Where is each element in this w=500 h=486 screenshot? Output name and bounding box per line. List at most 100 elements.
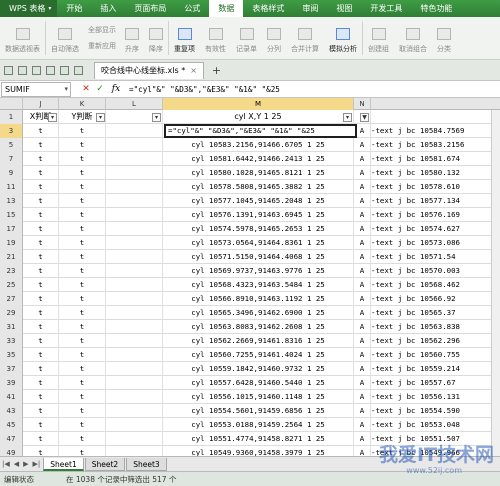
cell-o[interactable]: -text j bc 10562.296 (371, 334, 500, 348)
cell-l[interactable] (106, 446, 163, 456)
what-if-analysis-button[interactable]: 模拟分析 (324, 17, 362, 59)
cell-o[interactable]: -text j bc 10584.7569 (371, 124, 500, 138)
cell-l[interactable] (106, 180, 163, 194)
pivot-table-button[interactable]: 数据透视表 (0, 17, 45, 59)
cell-l[interactable] (106, 348, 163, 362)
menu-view[interactable]: 视图 (327, 0, 361, 17)
cell-k[interactable]: t (59, 180, 106, 194)
next-sheet-icon[interactable]: ▶ (23, 460, 28, 468)
cell-o[interactable]: -text j bc 10576.169 (371, 208, 500, 222)
cell-j[interactable]: t (23, 250, 59, 264)
cell-k[interactable]: t (59, 222, 106, 236)
cell-o[interactable]: -text j bc 10557.67 (371, 376, 500, 390)
row-header[interactable]: 33 (0, 334, 23, 348)
cell-j[interactable]: t (23, 348, 59, 362)
cell-o[interactable]: -text j bc 10556.131 (371, 390, 500, 404)
column-header-m[interactable]: M (163, 98, 354, 110)
reapply-button[interactable]: 重新应用 (88, 41, 116, 51)
row-header[interactable]: 37 (0, 362, 23, 376)
cell-k[interactable]: t (59, 166, 106, 180)
cell-o[interactable]: -text j bc 10568.462 (371, 278, 500, 292)
filter-dropdown-l[interactable]: ▾ (152, 113, 161, 122)
active-cell-editor[interactable]: ="cyl"&" "&D3&","&E3&" "&1&" "&25 (164, 124, 357, 138)
cell-l[interactable] (106, 236, 163, 250)
sheet-tab-3[interactable]: Sheet3 (126, 457, 167, 471)
insert-function-icon[interactable]: fx (107, 84, 125, 94)
row-header[interactable]: 19 (0, 236, 23, 250)
cell-j[interactable]: t (23, 446, 59, 456)
cell-m[interactable]: cyl 10557.6428,91460.5440 1 25 (163, 376, 354, 390)
cell-m[interactable]: cyl 10578.5808,91465.3882 1 25 (163, 180, 354, 194)
cell-j[interactable]: t (23, 334, 59, 348)
cell-k[interactable]: t (59, 208, 106, 222)
cell-j[interactable]: t (23, 432, 59, 446)
cell-k[interactable]: t (59, 124, 106, 138)
column-header-o[interactable] (371, 98, 500, 110)
cell-k[interactable]: t (59, 138, 106, 152)
cell-m[interactable]: cyl 10566.8910,91463.1192 1 25 (163, 292, 354, 306)
cell-m[interactable]: cyl 10577.1045,91465.2048 1 25 (163, 194, 354, 208)
cell-j[interactable]: t (23, 138, 59, 152)
cell-m[interactable]: cyl 10559.1842,91460.9732 1 25 (163, 362, 354, 376)
cell-k[interactable]: t (59, 250, 106, 264)
menu-review[interactable]: 审阅 (293, 0, 327, 17)
print-icon[interactable] (32, 65, 41, 75)
cell-n[interactable]: A (354, 334, 371, 348)
cell-l[interactable] (106, 250, 163, 264)
cell-j[interactable]: t (23, 362, 59, 376)
cell-o[interactable]: -text j bc 10583.2156 (371, 138, 500, 152)
cell-m[interactable]: cyl 10554.5601,91459.6856 1 25 (163, 404, 354, 418)
row-header[interactable]: 27 (0, 292, 23, 306)
cell-l[interactable] (106, 334, 163, 348)
cell-j[interactable]: t (23, 222, 59, 236)
duplicates-button[interactable]: 重复项 (169, 17, 200, 59)
cell-m[interactable]: cyl 10574.5978,91465.2653 1 25 (163, 222, 354, 236)
cell-l[interactable] (106, 194, 163, 208)
cell-m[interactable]: cyl X,Y 1 25 (163, 110, 354, 124)
row-header[interactable]: 7 (0, 152, 23, 166)
cell-l[interactable] (106, 166, 163, 180)
row-header[interactable]: 21 (0, 250, 23, 264)
cell-k[interactable]: t (59, 334, 106, 348)
row-header[interactable]: 43 (0, 404, 23, 418)
prev-sheet-icon[interactable]: ◀ (14, 460, 19, 468)
row-header[interactable]: 9 (0, 166, 23, 180)
sort-asc-button[interactable]: 升序 (120, 17, 144, 59)
menu-insert[interactable]: 插入 (91, 0, 125, 17)
cell-l[interactable] (106, 390, 163, 404)
cell-m[interactable]: cyl 10568.4323,91463.5484 1 25 (163, 278, 354, 292)
sheet-tab-1[interactable]: Sheet1 (43, 457, 84, 471)
row-header[interactable]: 11 (0, 180, 23, 194)
new-tab-icon[interactable]: + (212, 64, 221, 77)
menu-data[interactable]: 数据 (209, 0, 244, 17)
cell-m[interactable]: cyl 10569.9737,91463.9776 1 25 (163, 264, 354, 278)
cell-n[interactable]: A (354, 320, 371, 334)
cell-n[interactable]: A (354, 348, 371, 362)
menu-formulas[interactable]: 公式 (175, 0, 209, 17)
cell-o[interactable]: -text j bc 10566.92 (371, 292, 500, 306)
validity-button[interactable]: 有效性 (200, 17, 231, 59)
cell-k[interactable]: t (59, 264, 106, 278)
row-header[interactable]: 1 (0, 110, 23, 124)
column-header-j[interactable]: J (23, 98, 59, 110)
filter-dropdown-k[interactable]: ▾ (96, 113, 105, 122)
cell-o[interactable]: -text j bc 10574.627 (371, 222, 500, 236)
cell-m[interactable]: cyl 10583.2156,91466.6705 1 25 (163, 138, 354, 152)
filter-dropdown-n[interactable]: ▼ (360, 113, 369, 122)
cell-k[interactable]: t (59, 376, 106, 390)
cell-n[interactable]: A (354, 264, 371, 278)
save-icon[interactable] (4, 65, 13, 75)
cell-o[interactable]: -text j bc 10553.048 (371, 418, 500, 432)
cell-m[interactable]: cyl 10551.4774,91458.8271 1 25 (163, 432, 354, 446)
cell-m[interactable]: cyl 10560.7255,91461.4024 1 25 (163, 348, 354, 362)
cell-n[interactable]: A (354, 306, 371, 320)
cell-j[interactable]: t (23, 264, 59, 278)
redo-icon[interactable] (74, 65, 83, 75)
cell-l[interactable] (106, 376, 163, 390)
cell-l[interactable] (106, 306, 163, 320)
row-header[interactable]: 41 (0, 390, 23, 404)
last-sheet-icon[interactable]: ▶| (33, 460, 41, 468)
filter-dropdown-m[interactable]: ▾ (343, 113, 352, 122)
row-header[interactable]: 49 (0, 446, 23, 456)
cell-n[interactable]: A (354, 404, 371, 418)
